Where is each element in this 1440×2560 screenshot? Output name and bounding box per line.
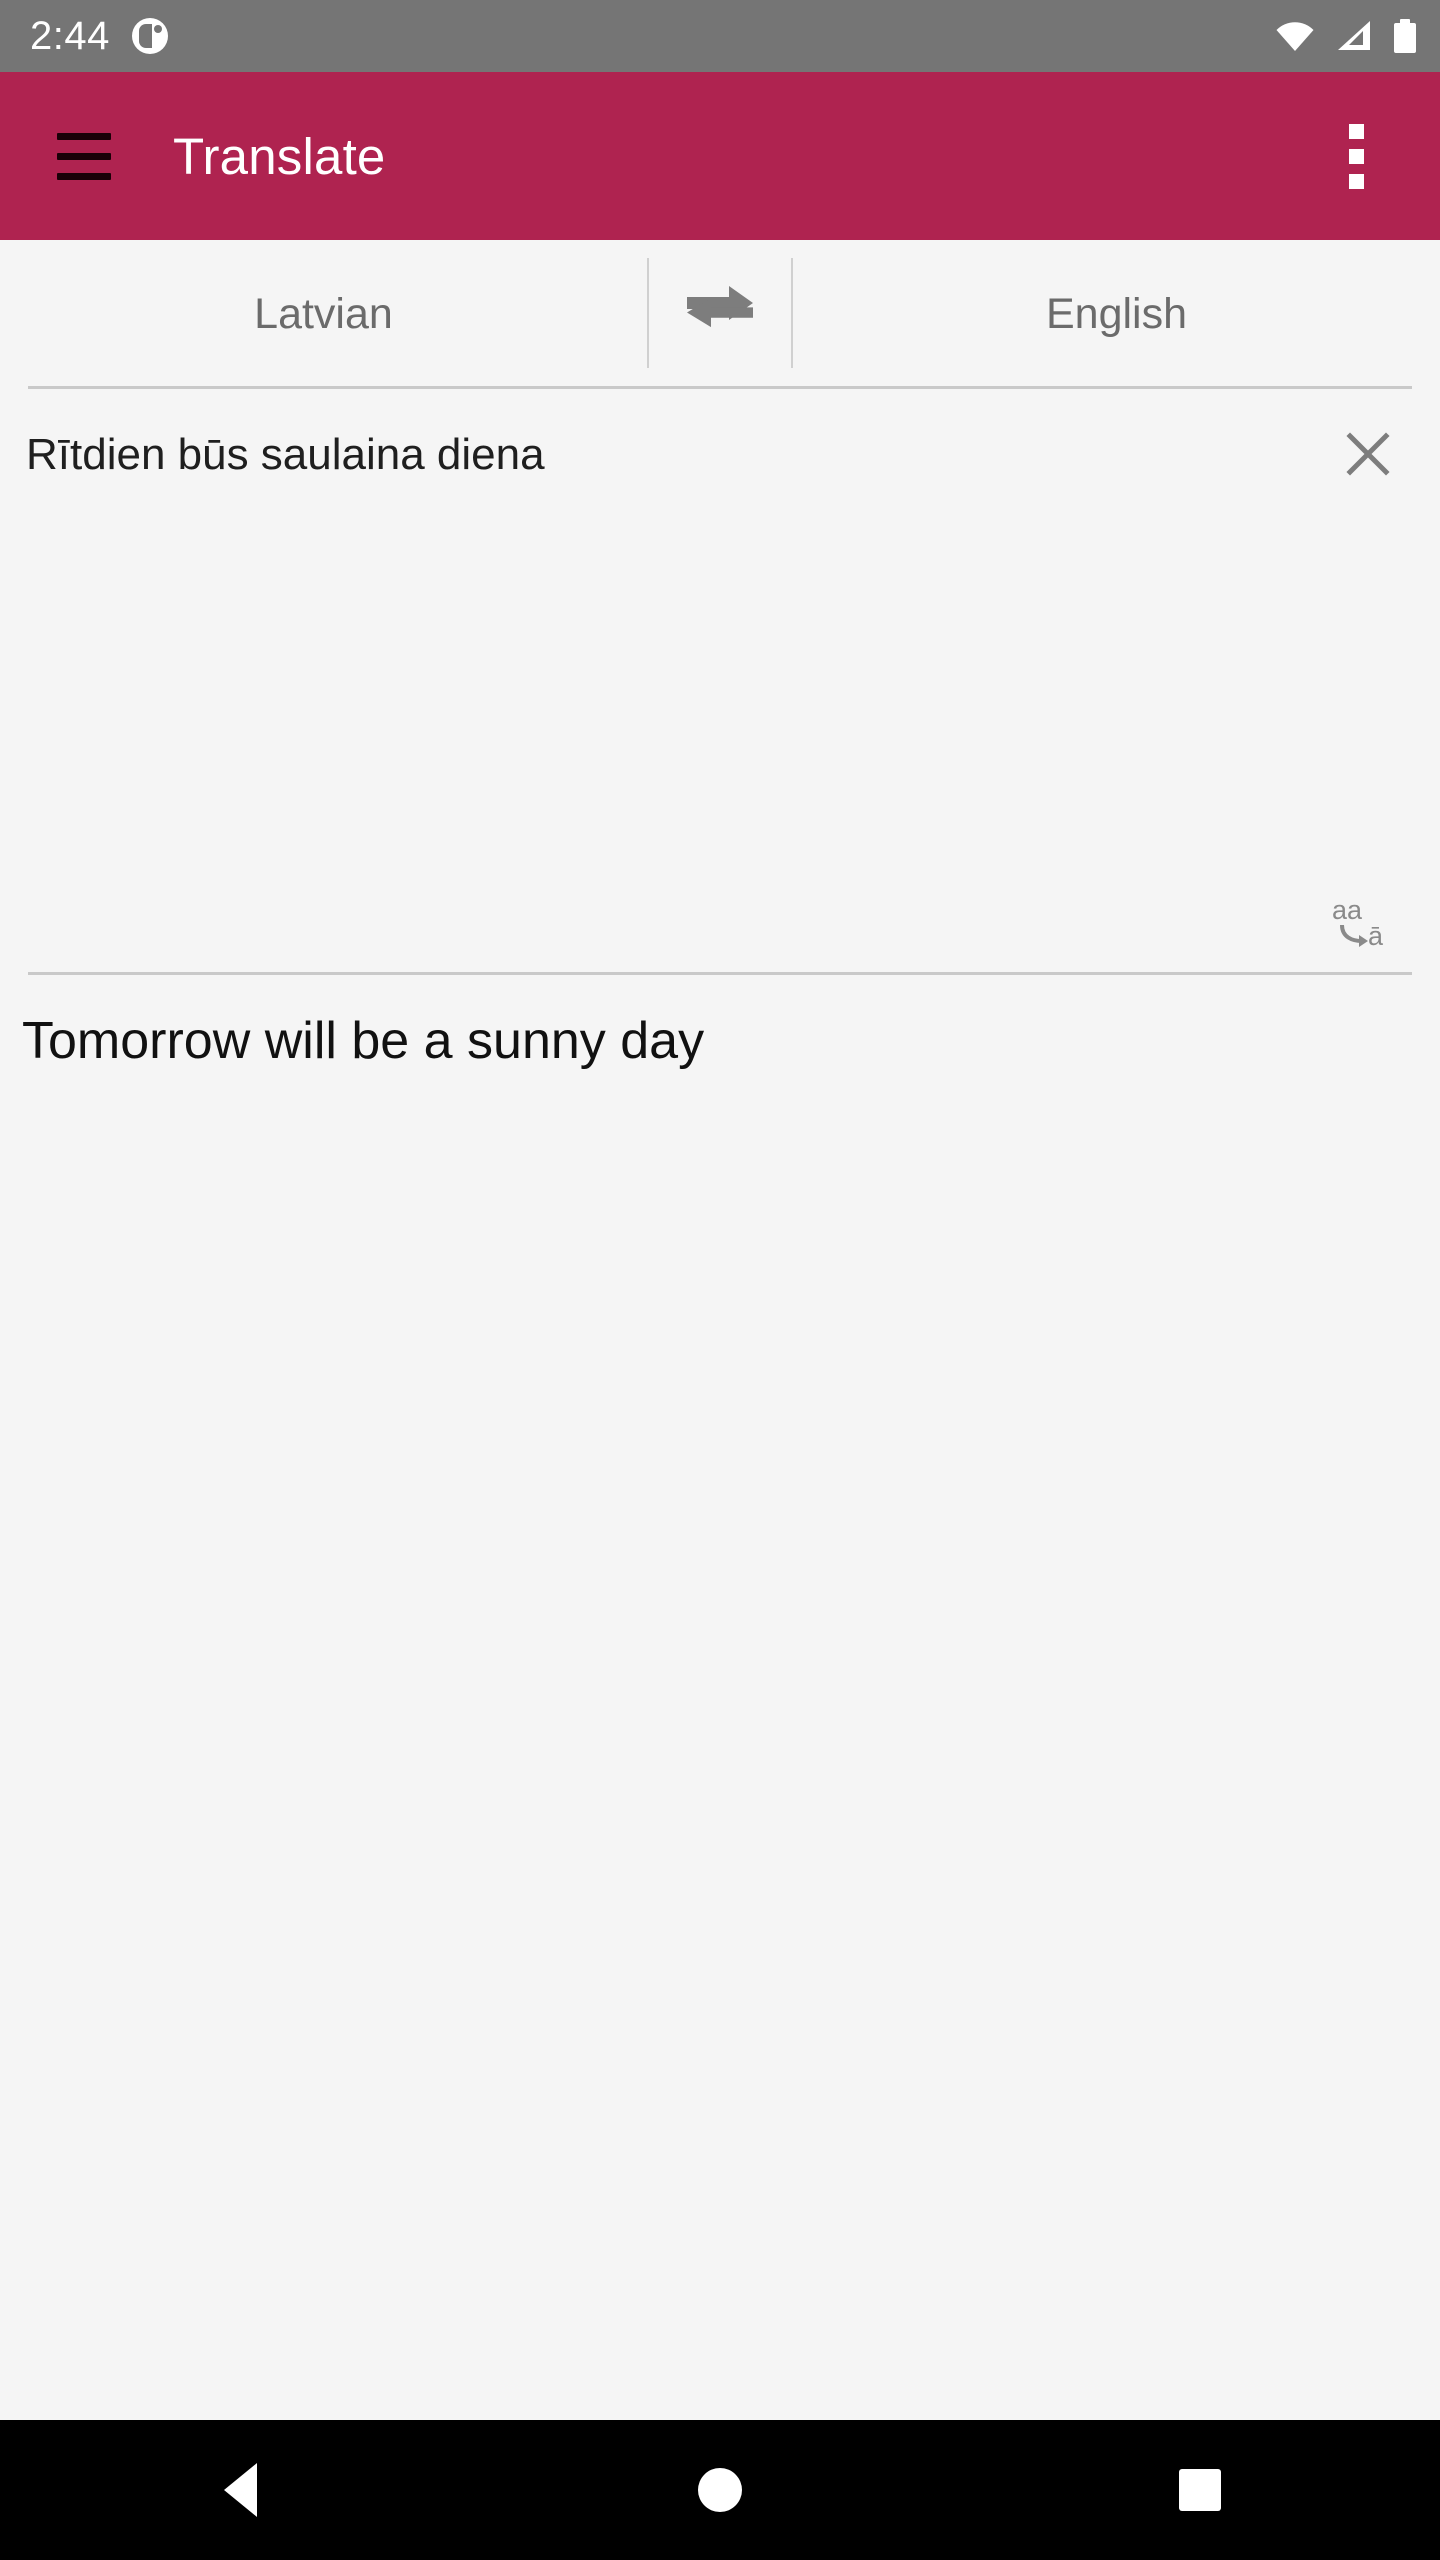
- nav-recents-button[interactable]: [960, 2420, 1440, 2560]
- recents-square-icon: [1179, 2469, 1221, 2511]
- svg-text:ā: ā: [1368, 921, 1384, 951]
- status-bar-notification-icons: [131, 18, 168, 54]
- status-bar: 2:44: [0, 0, 1440, 72]
- back-triangle-icon: [223, 2463, 257, 2517]
- app-notification-icon: [131, 18, 168, 54]
- wifi-full-icon: [1276, 21, 1314, 51]
- language-selector-bar: Latvian English: [0, 240, 1440, 386]
- phone-screen: 2:44 Translate Latvian English Rītdien b…: [0, 0, 1440, 2560]
- translation-output-text: Tomorrow will be a sunny day: [22, 1012, 705, 1070]
- page-title: Translate: [173, 127, 386, 185]
- cellular-signal-icon: [1336, 21, 1372, 51]
- nav-home-button[interactable]: [480, 2420, 960, 2560]
- source-text-panel[interactable]: Rītdien būs saulaina diena aa ā: [0, 389, 1440, 972]
- swap-languages-button[interactable]: [647, 240, 793, 386]
- status-bar-system-icons: [1276, 19, 1416, 53]
- system-navigation-bar: [0, 2420, 1440, 2560]
- home-circle-icon: [698, 2468, 742, 2512]
- target-language-button[interactable]: English: [793, 291, 1440, 336]
- transliteration-aa-to-a-macron-icon: aa ā: [1330, 893, 1402, 951]
- overflow-menu-icon[interactable]: [1308, 108, 1404, 204]
- source-text-input[interactable]: Rītdien būs saulaina diena: [26, 427, 1256, 482]
- swap-horizontal-icon: [685, 285, 755, 342]
- svg-text:aa: aa: [1332, 895, 1363, 925]
- transliterate-button[interactable]: aa ā: [1312, 878, 1420, 966]
- source-language-button[interactable]: Latvian: [0, 291, 647, 336]
- app-bar: Translate: [0, 72, 1440, 240]
- battery-full-icon: [1394, 19, 1416, 53]
- hamburger-menu-icon[interactable]: [36, 108, 132, 204]
- nav-back-button[interactable]: [0, 2420, 480, 2560]
- status-bar-clock: 2:44: [30, 14, 110, 58]
- translation-output-panel[interactable]: Tomorrow will be a sunny day: [0, 975, 1440, 2420]
- close-x-icon: [1346, 432, 1390, 476]
- clear-text-button[interactable]: [1318, 404, 1418, 504]
